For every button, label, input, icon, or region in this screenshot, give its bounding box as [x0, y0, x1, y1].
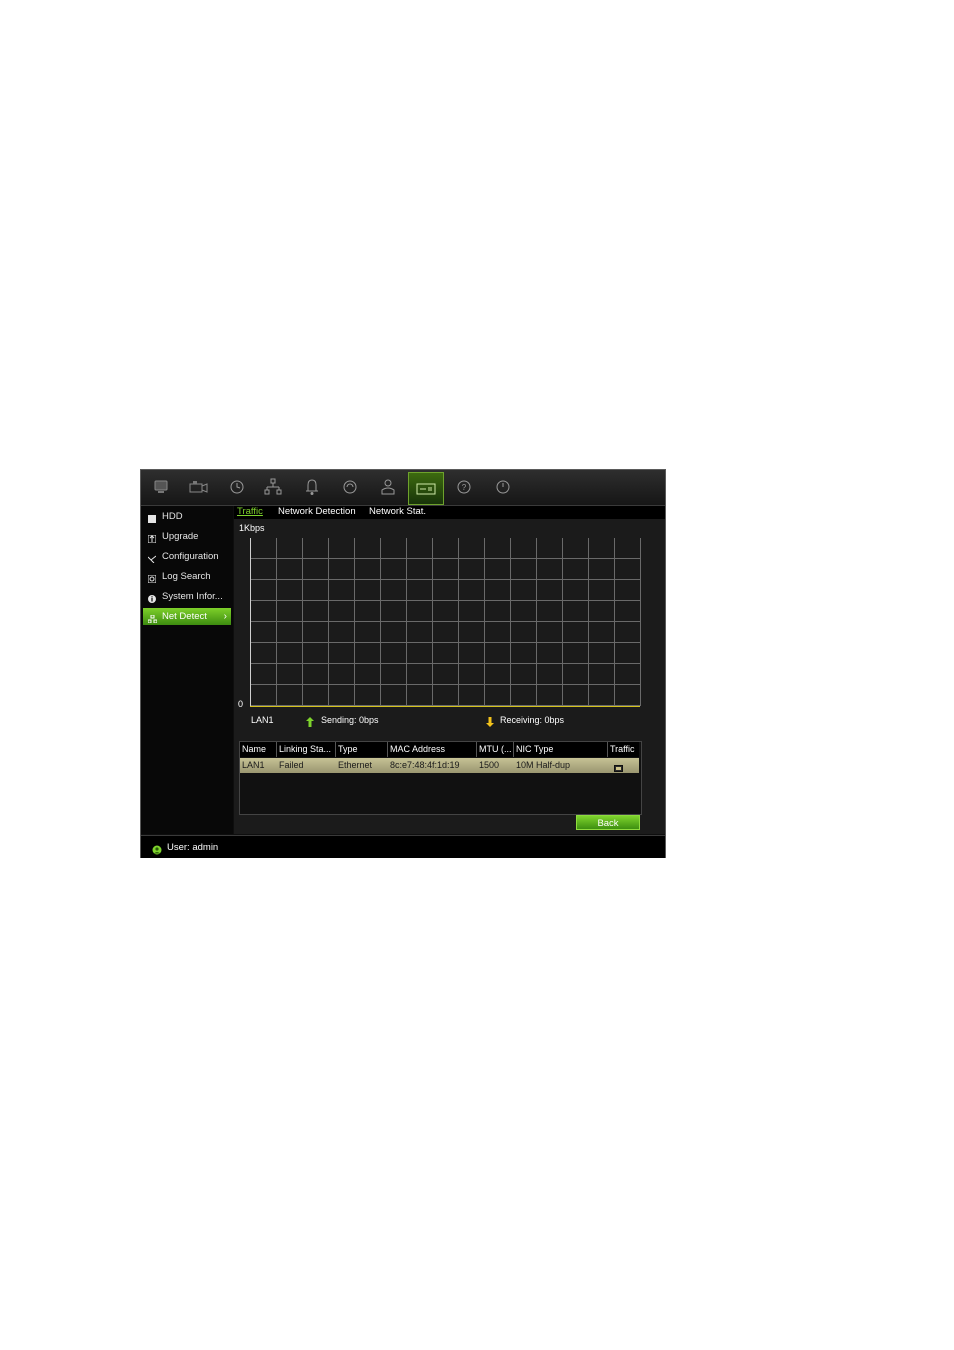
column-header-mtu[interactable]: MTU (...: [477, 742, 514, 757]
sidebar-item-label: Log Search: [162, 571, 211, 582]
top-menu-bar: ?: [141, 470, 665, 506]
hdd-icon: [148, 512, 156, 523]
info-icon: [148, 592, 156, 603]
tab-network-detection[interactable]: Network Detection: [278, 506, 356, 518]
configuration-icon: [147, 552, 157, 564]
sidebar-item-net-detect[interactable]: Net Detect ›: [143, 608, 231, 625]
sidebar-item-label: Net Detect: [162, 611, 207, 622]
user-icon[interactable]: [377, 476, 399, 498]
sidebar-item-configuration[interactable]: Configuration: [143, 548, 231, 565]
cell-name: LAN1: [242, 760, 265, 770]
network-icon[interactable]: [262, 476, 284, 498]
sending-rate: Sending: 0bps: [321, 715, 379, 725]
cell-mac: 8c:e7:48:4f:1d:19: [390, 760, 460, 770]
monitor-icon[interactable]: [150, 476, 172, 498]
receive-arrow-icon: [486, 714, 494, 727]
column-header-name[interactable]: Name: [240, 742, 277, 757]
user-status-icon: [152, 842, 162, 855]
sidebar-item-upgrade[interactable]: Upgrade: [143, 528, 231, 545]
system-maintenance-icon[interactable]: [408, 472, 444, 505]
column-header-nic-type[interactable]: NIC Type: [514, 742, 608, 757]
svg-text:?: ?: [462, 483, 467, 492]
sidebar-item-label: System Infor...: [162, 591, 223, 602]
status-bar: User: admin: [141, 835, 665, 858]
y-min-label: 0: [238, 699, 244, 709]
table-row[interactable]: LAN1 Failed Ethernet 8c:e7:48:4f:1d:19 1…: [240, 758, 639, 773]
column-header-type[interactable]: Type: [336, 742, 388, 757]
tab-bar: Traffic Network Detection Network Stat.: [234, 506, 665, 519]
power-icon[interactable]: [492, 476, 514, 498]
traffic-view-icon[interactable]: [612, 758, 632, 773]
current-user: User: admin: [167, 842, 219, 853]
sidebar-item-label: Configuration: [162, 551, 219, 562]
back-button[interactable]: Back: [576, 815, 640, 830]
sidebar-item-label: Upgrade: [162, 531, 199, 542]
y-max-label: 1Kbps: [239, 523, 265, 533]
alarm-bell-icon[interactable]: [301, 476, 323, 498]
net-detect-icon: [147, 612, 158, 624]
cell-status: Failed: [279, 760, 304, 770]
column-header-traffic[interactable]: Traffic: [608, 742, 639, 757]
tab-traffic[interactable]: Traffic: [237, 506, 263, 518]
column-header-mac[interactable]: MAC Address: [388, 742, 477, 757]
shield-icon[interactable]: [339, 476, 361, 498]
main-content: Traffic Network Detection Network Stat. …: [234, 506, 665, 834]
receiving-rate: Receiving: 0bps: [500, 715, 565, 725]
column-header-linking-status[interactable]: Linking Sta...: [277, 742, 336, 757]
cell-type: Ethernet: [338, 760, 373, 770]
clock-icon[interactable]: [226, 476, 248, 498]
sidebar: HDD Upgrade Configuration Log Search Sys…: [141, 506, 233, 834]
interface-table: Name Linking Sta... Type MAC Address MTU…: [239, 741, 642, 815]
sidebar-item-label: HDD: [162, 511, 183, 522]
camera-icon[interactable]: [187, 476, 209, 498]
log-search-icon: [147, 572, 157, 584]
interface-label: LAN1: [251, 715, 274, 725]
chevron-right-icon: ›: [223, 611, 227, 622]
traffic-graph: [250, 538, 641, 706]
sidebar-item-system-info[interactable]: System Infor...: [143, 588, 231, 605]
sidebar-item-hdd[interactable]: HDD: [143, 508, 231, 525]
help-icon[interactable]: ?: [453, 476, 475, 498]
send-arrow-icon: [306, 714, 314, 727]
net-detect-window: ? HDD Upgrade Configuration Log Search S…: [140, 469, 666, 858]
tab-network-stat[interactable]: Network Stat.: [369, 506, 426, 518]
sidebar-item-log-search[interactable]: Log Search: [143, 568, 231, 585]
cell-mtu: 1500: [479, 760, 500, 770]
graph-baseline: [250, 706, 640, 707]
cell-nic-type: 10M Half-dup: [516, 760, 571, 770]
upgrade-icon: [147, 532, 157, 544]
